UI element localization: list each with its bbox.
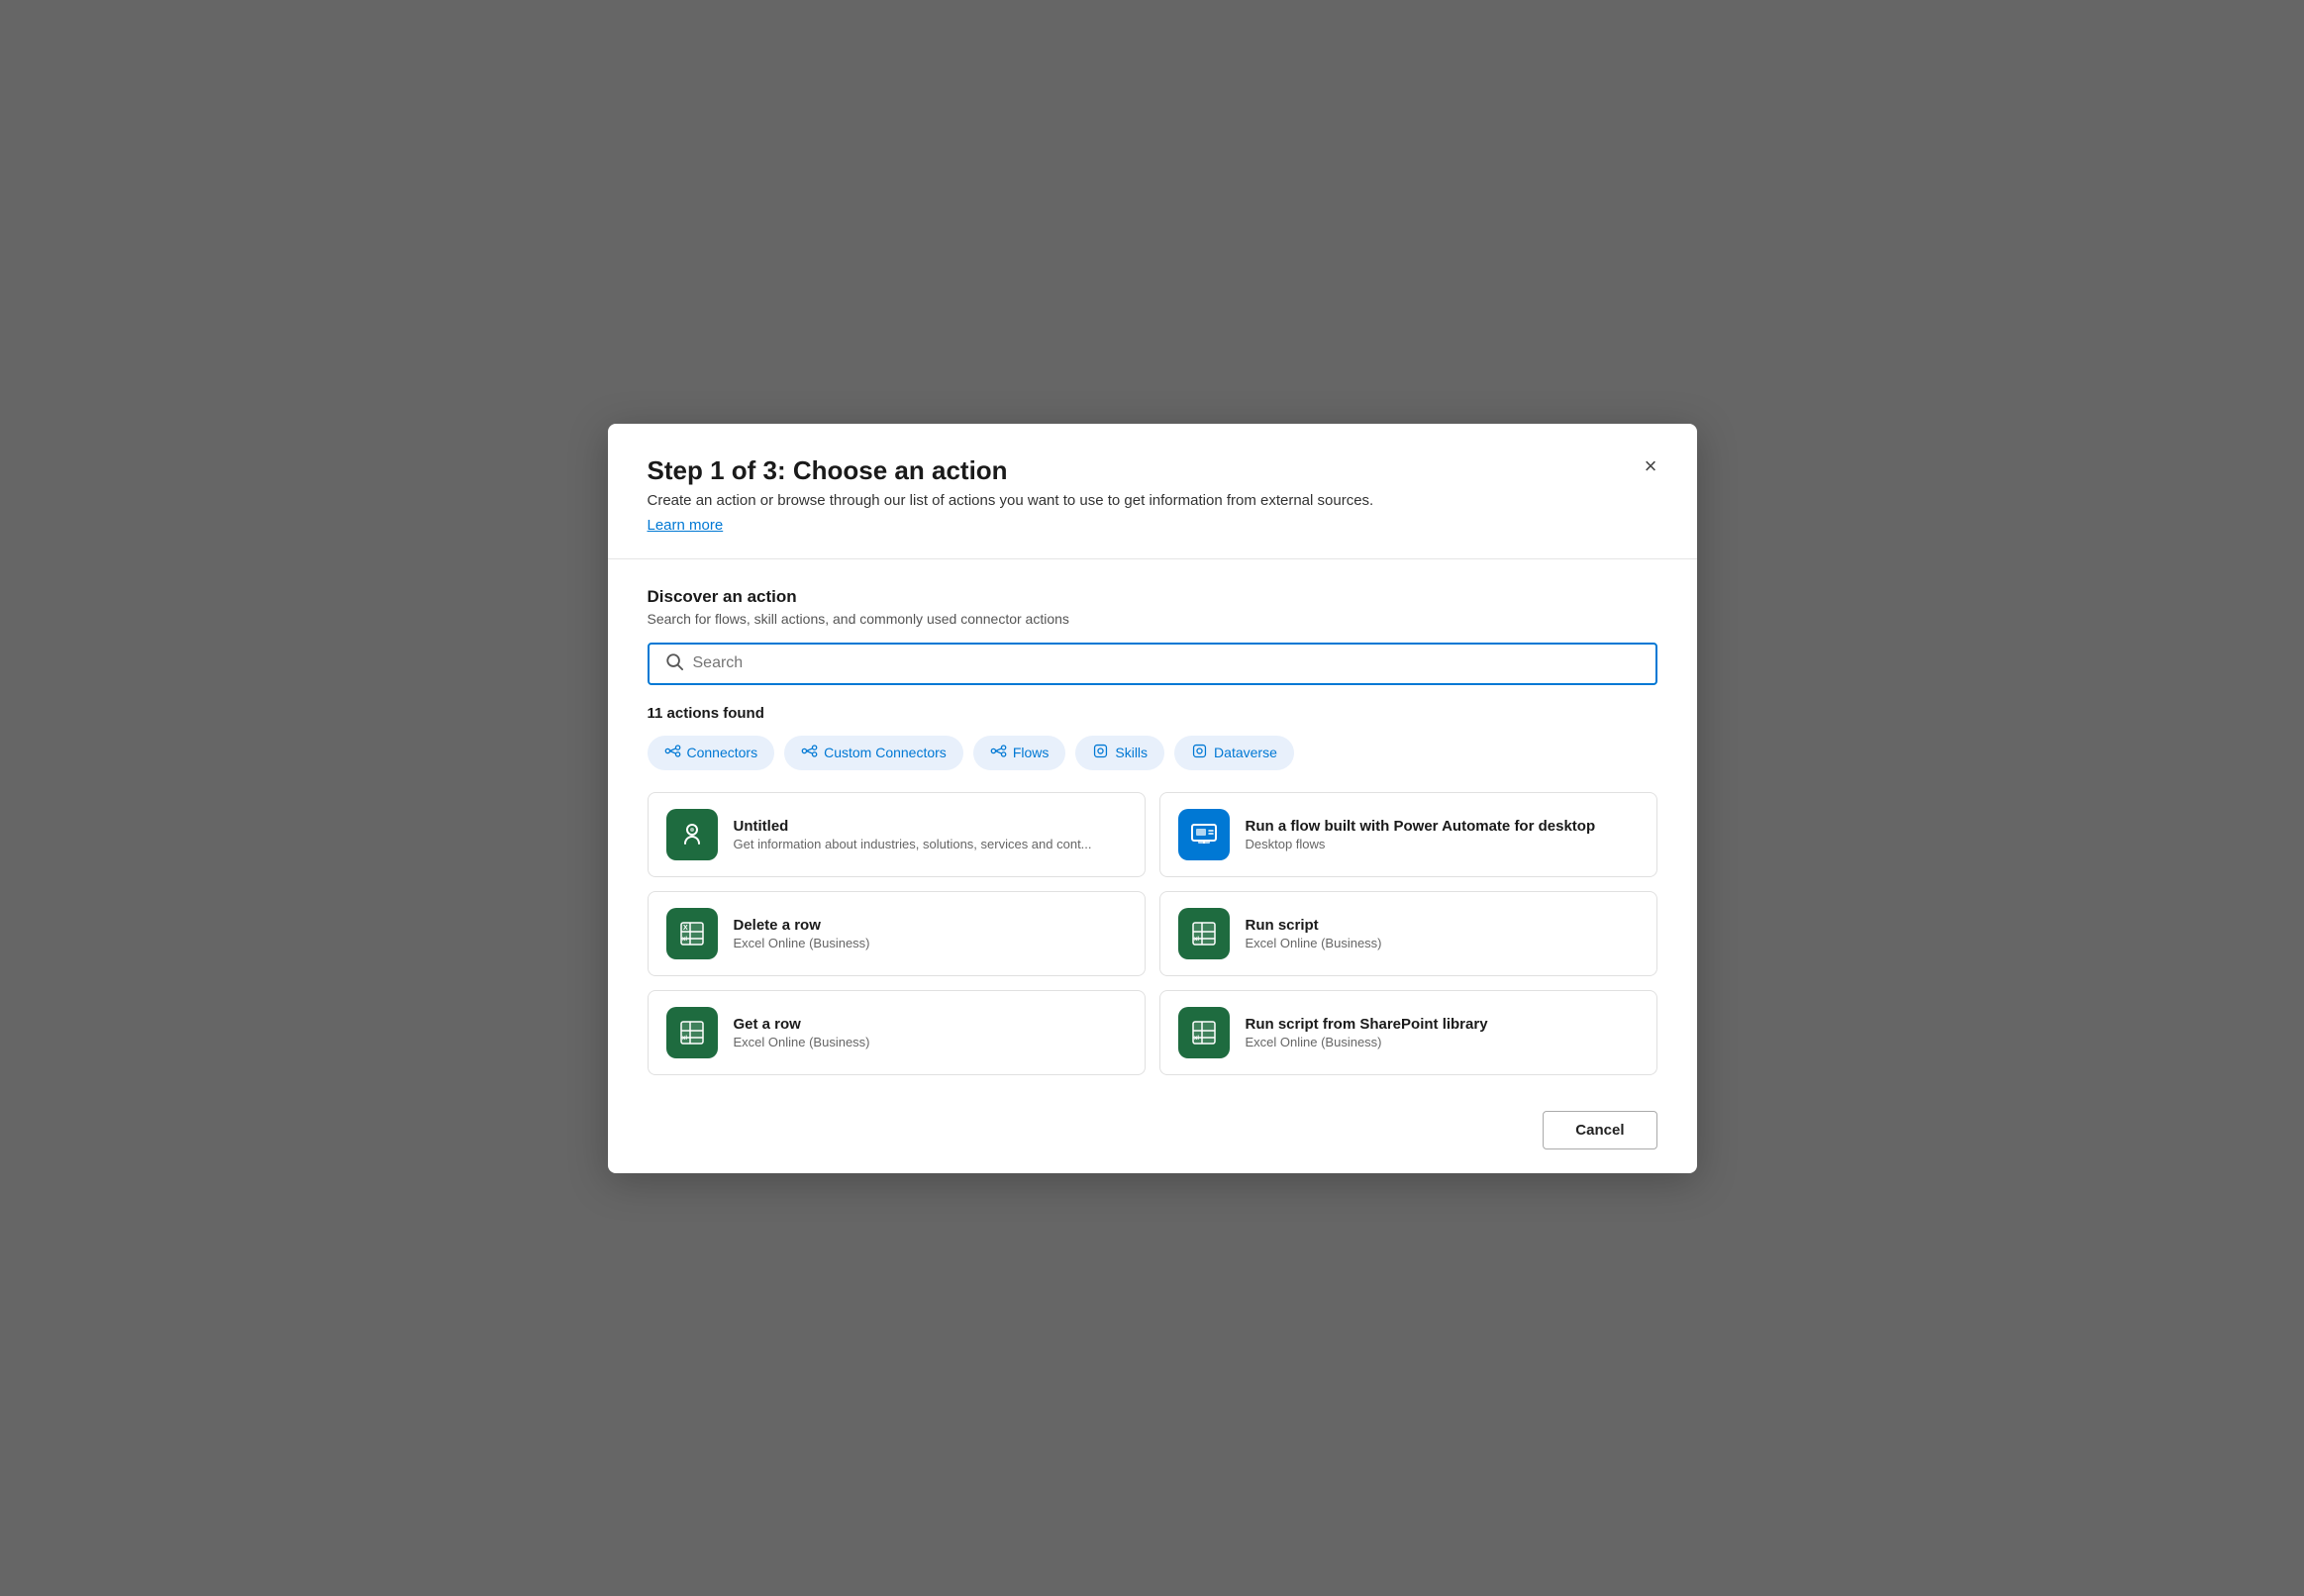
svg-text:xl: xl (682, 1036, 687, 1042)
desktop-flows-icon (1178, 809, 1230, 860)
search-icon (665, 652, 683, 675)
card-run-script-sub: Excel Online (Business) (1246, 936, 1639, 950)
chip-dataverse[interactable]: Dataverse (1174, 736, 1294, 770)
card-run-script[interactable]: xl Run script Excel Online (Business) (1159, 891, 1657, 976)
connectors-chip-icon (664, 743, 681, 763)
excel-get-row-icon: xl (666, 1007, 718, 1058)
card-desktop-flows[interactable]: Run a flow built with Power Automate for… (1159, 792, 1657, 877)
card-delete-row[interactable]: X xl Delete a row Excel Online (Business… (648, 891, 1146, 976)
card-untitled-sub: Get information about industries, soluti… (734, 837, 1127, 851)
chip-custom-connectors[interactable]: Custom Connectors (784, 736, 963, 770)
chip-custom-connectors-label: Custom Connectors (824, 745, 947, 760)
card-get-row[interactable]: xl Get a row Excel Online (Business) (648, 990, 1146, 1075)
card-untitled[interactable]: Untitled Get information about industrie… (648, 792, 1146, 877)
card-untitled-title: Untitled (734, 818, 1127, 835)
card-delete-row-title: Delete a row (734, 917, 1127, 934)
dialog-header: Step 1 of 3: Choose an action Create an … (608, 424, 1697, 559)
search-box (648, 643, 1657, 685)
card-run-script-sharepoint-title: Run script from SharePoint library (1246, 1016, 1639, 1033)
card-run-script-title: Run script (1246, 917, 1639, 934)
dialog-footer: Cancel (608, 1095, 1697, 1173)
card-run-script-sharepoint[interactable]: xl Run script from SharePoint library Ex… (1159, 990, 1657, 1075)
chip-flows-label: Flows (1013, 745, 1050, 760)
excel-sharepoint-icon: xl (1178, 1007, 1230, 1058)
card-desktop-flows-sub: Desktop flows (1246, 837, 1639, 851)
card-get-row-sub: Excel Online (Business) (734, 1035, 1127, 1049)
card-delete-row-sub: Excel Online (Business) (734, 936, 1127, 950)
dataverse-chip-icon (1191, 743, 1208, 763)
svg-text:X: X (683, 925, 688, 932)
svg-text:xl: xl (1194, 937, 1199, 943)
actions-found-label: 11 actions found (648, 705, 1657, 722)
card-untitled-info: Untitled Get information about industrie… (734, 818, 1127, 851)
dialog-title: Step 1 of 3: Choose an action (648, 455, 1657, 486)
chip-dataverse-label: Dataverse (1214, 745, 1277, 760)
chip-skills[interactable]: Skills (1075, 736, 1164, 770)
cancel-button[interactable]: Cancel (1543, 1111, 1656, 1149)
cards-grid: Untitled Get information about industrie… (648, 792, 1657, 1075)
learn-more-link[interactable]: Learn more (648, 517, 724, 534)
filter-chips: Connectors Custom Connectors (648, 736, 1657, 770)
card-run-script-sharepoint-info: Run script from SharePoint library Excel… (1246, 1016, 1639, 1049)
search-input[interactable] (693, 654, 1640, 672)
card-desktop-flows-title: Run a flow built with Power Automate for… (1246, 818, 1639, 835)
card-get-row-title: Get a row (734, 1016, 1127, 1033)
excel-delete-icon: X xl (666, 908, 718, 959)
dialog-subtitle: Create an action or browse through our l… (648, 492, 1657, 509)
custom-connectors-chip-icon (801, 743, 818, 763)
svg-text:xl: xl (1194, 1036, 1199, 1042)
card-run-script-info: Run script Excel Online (Business) (1246, 917, 1639, 950)
card-get-row-info: Get a row Excel Online (Business) (734, 1016, 1127, 1049)
untitled-icon (666, 809, 718, 860)
card-delete-row-info: Delete a row Excel Online (Business) (734, 917, 1127, 950)
close-button[interactable]: × (1637, 451, 1665, 481)
chip-flows[interactable]: Flows (973, 736, 1066, 770)
svg-text:xl: xl (682, 937, 687, 943)
chip-connectors-label: Connectors (687, 745, 758, 760)
chip-connectors[interactable]: Connectors (648, 736, 775, 770)
excel-run-script-icon: xl (1178, 908, 1230, 959)
flows-chip-icon (990, 743, 1007, 763)
discover-subtitle: Search for flows, skill actions, and com… (648, 611, 1657, 627)
dialog: Step 1 of 3: Choose an action Create an … (608, 424, 1697, 1173)
dialog-body: Discover an action Search for flows, ski… (608, 559, 1697, 1095)
discover-title: Discover an action (648, 587, 1657, 607)
chip-skills-label: Skills (1115, 745, 1148, 760)
card-run-script-sharepoint-sub: Excel Online (Business) (1246, 1035, 1639, 1049)
card-desktop-flows-info: Run a flow built with Power Automate for… (1246, 818, 1639, 851)
skills-chip-icon (1092, 743, 1109, 763)
